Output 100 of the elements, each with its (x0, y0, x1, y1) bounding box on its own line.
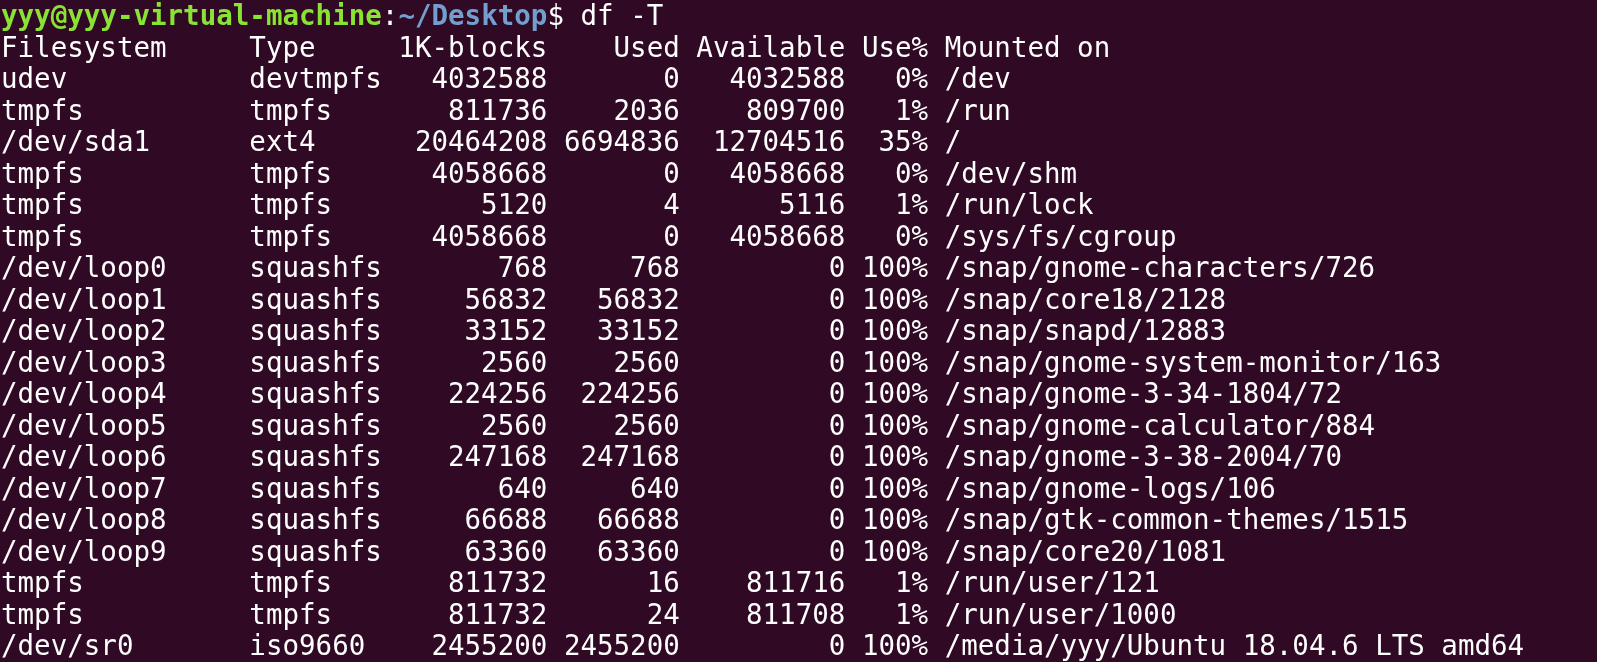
table-cell: /media/yyy/Ubuntu 18.04.6 LTS amd64 (944, 630, 1525, 662)
table-cell: 100% (861, 630, 929, 662)
table-cell: /snap/core18/2128 (944, 283, 1227, 315)
table-cell: 0 (828, 472, 846, 504)
table-cell: tmpfs (249, 220, 333, 252)
table-cell: 811716 (746, 567, 846, 599)
table-cell: 0 (828, 378, 846, 410)
table-cell: /dev/loop1 (1, 283, 167, 315)
table-cell: 0 (828, 630, 846, 662)
table-cell: 66688 (597, 504, 680, 536)
table-cell: 56832 (464, 283, 548, 315)
table-cell: tmpfs (1, 567, 84, 599)
table-cell: /snap/gtk-common-themes/1515 (944, 504, 1409, 536)
table-cell: 4032588 (729, 63, 846, 95)
table-cell: 66688 (464, 504, 548, 536)
table-cell: 1% (895, 94, 929, 126)
table-cell: /dev/sr0 (1, 630, 134, 662)
table-cell: 224256 (580, 378, 680, 410)
table-cell: 0 (828, 535, 846, 567)
table-cell: ext4 (249, 126, 316, 158)
table-cell: /run/user/121 (944, 567, 1160, 599)
table-cell: tmpfs (249, 94, 333, 126)
table-cell: tmpfs (1, 220, 84, 252)
table-cell: squashfs (249, 283, 382, 315)
command-text: df -T (580, 0, 664, 32)
column-header: Type (249, 31, 316, 63)
table-cell: 247168 (448, 441, 548, 473)
table-cell: /snap/gnome-3-34-1804/72 (944, 378, 1343, 410)
table-cell: 0 (663, 220, 680, 252)
table-cell: 2560 (481, 409, 548, 441)
table-cell: tmpfs (249, 598, 333, 630)
table-cell: 811732 (448, 567, 548, 599)
table-cell: /dev/loop7 (1, 472, 167, 504)
column-header: Mounted on (944, 31, 1111, 63)
table-cell: /snap/snapd/12883 (944, 315, 1227, 347)
table-cell: 2560 (481, 346, 548, 378)
table-cell: tmpfs (1, 94, 84, 126)
table-cell: 811736 (448, 94, 548, 126)
table-cell: 24 (646, 598, 680, 630)
table-cell: 100% (861, 315, 929, 347)
table-cell: 2036 (613, 94, 680, 126)
table-cell: devtmpfs (249, 63, 382, 95)
table-cell: 33152 (464, 315, 548, 347)
table-cell: /dev/loop3 (1, 346, 167, 378)
table-cell: tmpfs (249, 157, 333, 189)
table-cell: squashfs (249, 252, 382, 284)
table-cell: tmpfs (1, 598, 84, 630)
table-cell: 100% (861, 378, 929, 410)
table-cell: 1% (895, 598, 929, 630)
table-cell: 4058668 (729, 157, 846, 189)
table-cell: 100% (861, 472, 929, 504)
table-cell: /dev (944, 63, 1011, 95)
table-cell: 16 (646, 567, 680, 599)
table-cell: /snap/gnome-logs/106 (944, 472, 1276, 504)
table-cell: udev (1, 63, 68, 95)
table-cell: 63360 (597, 535, 680, 567)
table-cell: /snap/core20/1081 (944, 535, 1227, 567)
table-cell: tmpfs (249, 189, 333, 221)
table-cell: tmpfs (1, 157, 84, 189)
table-cell: 640 (497, 472, 548, 504)
table-cell: 4058668 (431, 157, 548, 189)
table-cell: 0 (828, 346, 846, 378)
table-cell: /snap/gnome-calculator/884 (944, 409, 1376, 441)
table-cell: /snap/gnome-3-38-2004/70 (944, 441, 1343, 473)
table-cell: 5116 (779, 189, 846, 221)
table-cell: /dev/loop2 (1, 315, 167, 347)
table-cell: 2560 (613, 409, 680, 441)
table-cell: squashfs (249, 535, 382, 567)
table-cell: squashfs (249, 472, 382, 504)
table-cell: /dev/loop9 (1, 535, 167, 567)
table-cell: tmpfs (1, 189, 84, 221)
column-header: Filesystem (1, 31, 167, 63)
table-cell: 640 (630, 472, 680, 504)
table-cell: 0 (828, 409, 846, 441)
table-cell: / (944, 126, 962, 158)
table-cell: 768 (630, 252, 680, 284)
table-cell: iso9660 (249, 630, 366, 662)
table-cell: squashfs (249, 504, 382, 536)
table-cell: 0 (828, 315, 846, 347)
table-cell: /run/user/1000 (944, 598, 1177, 630)
table-cell: /run (944, 94, 1011, 126)
table-cell: squashfs (249, 346, 382, 378)
table-cell: squashfs (249, 315, 382, 347)
table-cell: 4058668 (431, 220, 548, 252)
table-cell: tmpfs (249, 567, 333, 599)
prompt-symbol: $ (547, 0, 564, 32)
column-header: Used (613, 31, 680, 63)
table-cell: 811708 (746, 598, 846, 630)
table-cell: 6694836 (563, 126, 680, 158)
table-cell: squashfs (249, 441, 382, 473)
table-cell: 100% (861, 346, 929, 378)
table-cell: /sys/fs/cgroup (944, 220, 1177, 252)
table-cell: squashfs (249, 378, 382, 410)
table-cell: 0% (895, 63, 929, 95)
table-cell: /dev/loop8 (1, 504, 167, 536)
table-cell: 0% (895, 157, 929, 189)
table-cell: squashfs (249, 409, 382, 441)
table-cell: /dev/sda1 (1, 126, 150, 158)
table-cell: 2455200 (563, 630, 680, 662)
table-cell: 768 (497, 252, 548, 284)
